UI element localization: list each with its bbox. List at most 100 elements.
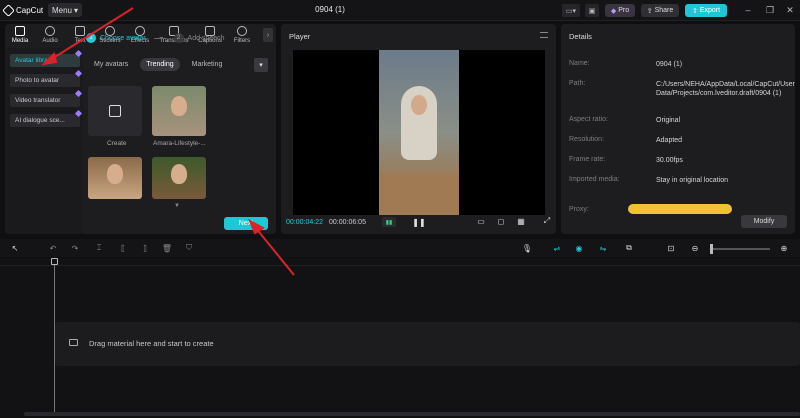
detail-value: C:/Users/NEHA/AppData/Local/CapCut/User … bbox=[656, 81, 795, 97]
export-icon: ⇧ bbox=[691, 7, 698, 15]
details-panel: Details Name: 0904 (1) Path: C:/Users/NE… bbox=[561, 24, 795, 234]
detail-label: Name: bbox=[569, 60, 590, 67]
minimize-icon[interactable]: – bbox=[742, 4, 754, 16]
detail-value: Adapted bbox=[656, 137, 683, 144]
sidebar-item-label: Avatar library bbox=[15, 57, 54, 64]
export-button[interactable]: ⇧ Export bbox=[685, 4, 727, 17]
timeline[interactable]: Drag material here and start to create bbox=[0, 258, 800, 418]
create-avatar-button[interactable] bbox=[88, 86, 142, 136]
step1-label[interactable]: Choose avatar bbox=[100, 35, 146, 42]
screen-icon[interactable]: ▣ bbox=[585, 4, 599, 17]
film-icon bbox=[69, 339, 78, 346]
timecode-display: 00:00:04:22 00:00:06:05 bbox=[286, 219, 366, 226]
fullscreen-icon[interactable]: ⤢ bbox=[542, 216, 552, 226]
tab-media[interactable]: Media bbox=[5, 24, 35, 48]
detail-label: Proxy: bbox=[569, 206, 589, 213]
next-button[interactable]: Next bbox=[224, 217, 268, 230]
microphone-icon[interactable]: 🎙 bbox=[522, 243, 532, 253]
sidebar-item-video-translator[interactable]: Video translator bbox=[10, 89, 83, 107]
zoom-slider[interactable] bbox=[712, 248, 770, 250]
create-label: Create bbox=[107, 140, 127, 147]
tab-audio[interactable]: Audio bbox=[35, 24, 65, 48]
sidebar-item-label: Video translator bbox=[15, 97, 61, 104]
avatar-thumbnail[interactable] bbox=[88, 157, 142, 199]
share-button[interactable]: ⇪ Share bbox=[641, 4, 679, 17]
detail-label: Frame rate: bbox=[569, 156, 606, 163]
avatar-thumbnail[interactable] bbox=[152, 157, 206, 199]
timeline-scrollbar[interactable] bbox=[24, 412, 800, 416]
preview-axis-icon[interactable]: ⧉ bbox=[624, 243, 634, 253]
drop-hint: Drag material here and start to create bbox=[89, 339, 214, 348]
zoom-out-icon[interactable]: ⊖ bbox=[690, 243, 700, 253]
chevron-down-icon[interactable]: ▾ bbox=[254, 58, 268, 72]
track-link-icon[interactable]: ⇋ bbox=[596, 243, 610, 253]
player-title: Player bbox=[289, 32, 311, 41]
video-frame bbox=[379, 50, 459, 215]
fit-timeline-icon[interactable]: ⊡ bbox=[666, 243, 676, 253]
timeline-ruler[interactable] bbox=[0, 258, 800, 266]
split-icon[interactable]: ⌶ bbox=[94, 243, 104, 253]
detail-label: Aspect ratio: bbox=[569, 116, 608, 123]
main-track-drop-zone[interactable]: Drag material here and start to create bbox=[55, 322, 800, 366]
sidebar-item-label: AI dialogue sce... bbox=[15, 117, 65, 124]
filter-trending[interactable]: Trending bbox=[140, 58, 180, 71]
sidebar-item-label: Photo to avatar bbox=[15, 77, 60, 84]
playhead[interactable] bbox=[54, 258, 55, 413]
sidebar-item-photo-to-avatar[interactable]: Photo to avatar bbox=[10, 69, 83, 87]
title-bar: CapCut Menu ▾ 0904 (1) ▭▾ ▣ ◆ Pro ⇪ Shar… bbox=[0, 0, 800, 21]
crop-icon[interactable]: ◻ bbox=[496, 216, 506, 226]
link-clips-icon[interactable]: ⇌ bbox=[550, 243, 564, 253]
step2-label[interactable]: Add speech bbox=[188, 35, 225, 42]
tab-label: Audio bbox=[42, 38, 58, 44]
sidebar-item-ai-dialogue[interactable]: AI dialogue sce... bbox=[10, 109, 83, 127]
pro-label: Pro bbox=[618, 7, 630, 14]
magnet-icon[interactable]: ◉ bbox=[572, 243, 586, 253]
menu-button[interactable]: Menu ▾ bbox=[48, 3, 82, 17]
pause-icon[interactable]: ❚❚ bbox=[412, 217, 425, 227]
video-canvas[interactable] bbox=[293, 50, 545, 215]
filter-marketing[interactable]: Marketing bbox=[186, 58, 229, 71]
tab-label: Text bbox=[74, 38, 86, 44]
avatar-face bbox=[171, 163, 187, 184]
playhead-handle[interactable] bbox=[51, 258, 58, 265]
zoom-in-icon[interactable]: ⊕ bbox=[779, 243, 789, 253]
close-icon[interactable]: ✕ bbox=[784, 4, 796, 16]
detail-value: 0904 (1) bbox=[656, 61, 683, 68]
layout-icon[interactable]: ▭▾ bbox=[562, 4, 580, 17]
detail-value: 30.00fps bbox=[656, 157, 683, 164]
redo-icon[interactable]: ↷ bbox=[70, 243, 80, 253]
shield-icon[interactable]: ⛉ bbox=[184, 243, 194, 253]
media-icon bbox=[15, 26, 25, 36]
grid-icon[interactable]: ▦ bbox=[516, 216, 526, 226]
avatar-steps: 1 Choose avatar 2 Add speech bbox=[86, 32, 271, 44]
detail-label: Resolution: bbox=[569, 136, 605, 143]
current-time: 00:00:04:22 bbox=[286, 219, 323, 226]
hamburger-icon[interactable] bbox=[540, 32, 548, 38]
split-right-icon[interactable]: ⟧ bbox=[140, 243, 150, 253]
undo-icon[interactable]: ↶ bbox=[48, 243, 58, 253]
track-headers bbox=[0, 268, 54, 413]
ratio-icon[interactable]: ▭ bbox=[476, 216, 486, 226]
share-label: Share bbox=[654, 7, 674, 14]
waveform-icon[interactable]: ▮▮ bbox=[382, 217, 396, 227]
project-title: 0904 (1) bbox=[315, 5, 345, 14]
details-title: Details bbox=[569, 32, 592, 41]
sidebar: Avatar library Photo to avatar Video tra… bbox=[10, 49, 83, 134]
maximize-icon[interactable]: ❐ bbox=[764, 4, 776, 16]
avatar-face bbox=[171, 96, 187, 116]
select-cursor-icon[interactable]: ↖ bbox=[10, 243, 20, 253]
split-left-icon[interactable]: ⟦ bbox=[118, 243, 128, 253]
avatar-thumbnail[interactable] bbox=[152, 86, 206, 136]
delete-icon[interactable]: 🗑 bbox=[162, 243, 172, 253]
sidebar-item-avatar-library[interactable]: Avatar library bbox=[10, 49, 83, 67]
proxy-status-bar bbox=[628, 204, 732, 214]
avatar-face bbox=[107, 163, 123, 184]
share-icon: ⇪ bbox=[646, 7, 653, 15]
scroll-down-icon: ▼ bbox=[174, 203, 180, 209]
detail-value: Original bbox=[656, 117, 681, 124]
filter-my-avatars[interactable]: My avatars bbox=[88, 58, 134, 71]
modify-button[interactable]: Modify bbox=[741, 215, 787, 228]
pro-button[interactable]: ◆ Pro bbox=[605, 4, 635, 17]
app-logo: CapCut bbox=[2, 3, 48, 17]
zoom-slider-handle[interactable] bbox=[710, 244, 713, 254]
